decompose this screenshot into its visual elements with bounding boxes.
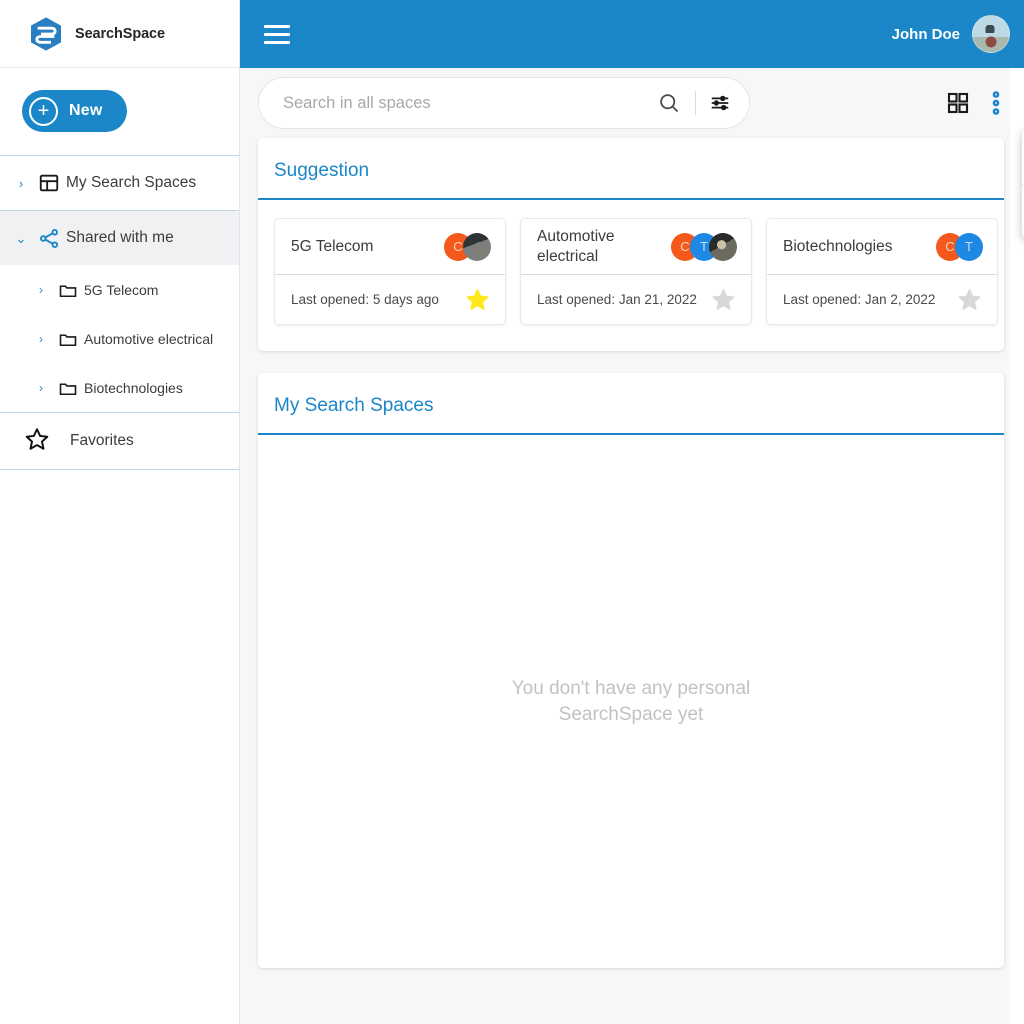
suggestion-card-list: 5G Telecom C Last opened: 5 days ago Aut… bbox=[258, 200, 1004, 351]
filter-sliders-icon[interactable] bbox=[705, 92, 735, 114]
sidebar-subitem-biotechnologies[interactable]: › Biotechnologies bbox=[0, 363, 239, 412]
my-search-spaces-panel: My Search Spaces You don't have any pers… bbox=[258, 373, 1004, 968]
sidebar-subitem-5g-telecom[interactable]: › 5G Telecom bbox=[0, 265, 239, 314]
favorite-star-icon[interactable] bbox=[709, 287, 737, 312]
folder-icon bbox=[52, 378, 84, 398]
app-root: SearchSpace + New › My Search Spaces ⌄ S… bbox=[0, 0, 1024, 1024]
layout-dashboard-icon bbox=[32, 172, 66, 194]
more-vertical-icon[interactable] bbox=[986, 90, 1006, 116]
sidebar-item-my-search-spaces[interactable]: › My Search Spaces bbox=[0, 156, 239, 210]
sidebar-subitem-label: Automotive electrical bbox=[84, 330, 214, 347]
grid-view-icon[interactable] bbox=[946, 91, 970, 115]
star-outline-icon bbox=[24, 426, 50, 457]
avatar bbox=[709, 232, 737, 261]
favorite-star-icon[interactable] bbox=[463, 287, 491, 312]
divider bbox=[0, 469, 239, 470]
search-input[interactable] bbox=[283, 93, 652, 113]
suggestion-card[interactable]: 5G Telecom C Last opened: 5 days ago bbox=[274, 218, 506, 325]
my-search-spaces-panel-title: My Search Spaces bbox=[258, 373, 1004, 435]
divider bbox=[695, 91, 696, 115]
hamburger-menu-icon[interactable] bbox=[260, 17, 294, 51]
new-button-label: New bbox=[69, 102, 103, 119]
card-header: 5G Telecom C bbox=[275, 219, 505, 275]
toolbar-actions bbox=[946, 90, 1010, 116]
card-avatars: C T bbox=[671, 232, 737, 261]
card-title: 5G Telecom bbox=[291, 237, 374, 255]
searchspace-logo-icon bbox=[31, 16, 61, 51]
new-button[interactable]: + New bbox=[22, 90, 127, 132]
empty-state-line1: You don't have any personal bbox=[511, 677, 751, 699]
new-button-wrap: + New bbox=[0, 68, 239, 155]
suggestion-panel: Suggestion 5G Telecom C Last opened: 5 d… bbox=[258, 138, 1004, 351]
avatar bbox=[463, 232, 491, 261]
card-footer: Last opened: Jan 21, 2022 bbox=[521, 275, 751, 324]
folder-icon bbox=[52, 280, 84, 300]
sidebar-item-favorites[interactable]: Favorites bbox=[0, 413, 239, 469]
card-avatars: C T bbox=[936, 232, 983, 261]
avatar: T bbox=[955, 232, 983, 261]
folder-icon bbox=[52, 329, 84, 349]
search-icon[interactable] bbox=[652, 91, 686, 115]
chevron-right-icon[interactable]: › bbox=[30, 382, 52, 394]
card-header: Automotive electrical C T bbox=[521, 219, 751, 275]
empty-state: You don't have any personal SearchSpace … bbox=[258, 435, 1004, 968]
card-title: Biotechnologies bbox=[783, 237, 893, 255]
brand-name: SearchSpace bbox=[75, 25, 165, 42]
card-last-opened: Last opened: Jan 2, 2022 bbox=[783, 292, 936, 307]
chevron-right-icon[interactable]: › bbox=[30, 284, 52, 296]
sidebar-subitem-automotive-electrical[interactable]: › Automotive electrical bbox=[0, 314, 239, 363]
sidebar-item-shared-with-me[interactable]: ⌄ Shared with me bbox=[0, 211, 239, 265]
card-header: Biotechnologies C T bbox=[767, 219, 997, 275]
card-last-opened: Last opened: 5 days ago bbox=[291, 292, 439, 307]
user-name-label: John Doe bbox=[891, 25, 960, 43]
sidebar: SearchSpace + New › My Search Spaces ⌄ S… bbox=[0, 0, 240, 1024]
card-footer: Last opened: 5 days ago bbox=[275, 275, 505, 324]
suggestion-card[interactable]: Automotive electrical C T Last opened: J… bbox=[520, 218, 752, 325]
suggestion-panel-title: Suggestion bbox=[258, 138, 1004, 200]
chevron-right-icon[interactable]: › bbox=[10, 177, 32, 190]
empty-state-message: You don't have any personal SearchSpace … bbox=[512, 676, 751, 727]
favorite-star-icon[interactable] bbox=[955, 287, 983, 312]
sidebar-item-label: Favorites bbox=[70, 432, 134, 449]
sidebar-item-label: Shared with me bbox=[66, 229, 174, 246]
top-header-bar: John Doe bbox=[240, 0, 1024, 68]
chevron-right-icon[interactable]: › bbox=[30, 333, 52, 345]
toolbar bbox=[240, 68, 1024, 138]
plus-circle-icon: + bbox=[29, 96, 58, 126]
empty-state-line2: SearchSpace yet bbox=[558, 703, 704, 725]
card-last-opened: Last opened: Jan 21, 2022 bbox=[537, 292, 697, 307]
main-area: John Doe Search in all spaces Suggestion… bbox=[240, 0, 1024, 1024]
suggestion-card[interactable]: Biotechnologies C T Last opened: Jan 2, … bbox=[766, 218, 998, 325]
chevron-down-icon[interactable]: ⌄ bbox=[10, 232, 32, 245]
sidebar-subitem-label: Biotechnologies bbox=[84, 379, 183, 396]
sidebar-subitem-label: 5G Telecom bbox=[84, 281, 159, 298]
card-avatars: C bbox=[444, 232, 491, 261]
sidebar-item-label: My Search Spaces bbox=[66, 174, 197, 191]
card-footer: Last opened: Jan 2, 2022 bbox=[767, 275, 997, 324]
search-bar bbox=[258, 77, 750, 129]
brand-header[interactable]: SearchSpace bbox=[0, 0, 239, 68]
share-nodes-icon bbox=[32, 227, 66, 250]
card-title: Automotive electrical bbox=[537, 228, 615, 265]
user-menu[interactable]: John Doe bbox=[892, 15, 1010, 53]
user-avatar-photo[interactable] bbox=[972, 15, 1010, 53]
